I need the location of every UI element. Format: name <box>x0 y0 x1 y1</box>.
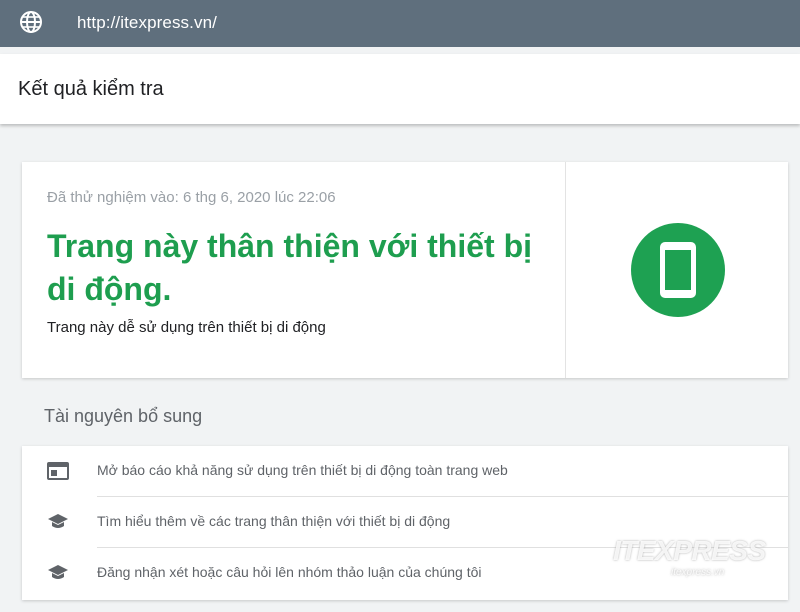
resources-title: Tài nguyên bổ sung <box>44 406 203 426</box>
resource-item-report[interactable]: Mở báo cáo khả năng sử dụng trên thiết b… <box>22 446 788 497</box>
mobile-friendly-badge <box>631 223 725 317</box>
report-window-icon <box>47 462 69 480</box>
url-text[interactable]: http://itexpress.vn/ <box>77 13 217 33</box>
result-subtext: Trang này dễ sử dụng trên thiết bị di độ… <box>47 319 326 336</box>
address-bar: http://itexpress.vn/ <box>0 0 800 47</box>
card-divider <box>565 162 566 378</box>
result-card: Đã thử nghiệm vào: 6 thg 6, 2020 lúc 22:… <box>22 162 788 378</box>
resource-item-label: Mở báo cáo khả năng sử dụng trên thiết b… <box>97 462 508 478</box>
resource-item-label: Tìm hiểu thêm về các trang thân thiện vớ… <box>97 513 451 529</box>
page-title: Kết quả kiểm tra <box>18 78 164 100</box>
mobile-phone-icon <box>660 242 696 298</box>
itexpress-watermark-logo: ITEXPRESS itexpress.vn <box>607 521 777 591</box>
tested-timestamp: Đã thử nghiệm vào: 6 thg 6, 2020 lúc 22:… <box>47 189 336 206</box>
graduation-cap-icon <box>48 514 68 528</box>
watermark-domain: itexpress.vn <box>671 567 725 578</box>
result-headline: Trang này thân thiện với thiết bị di độn… <box>47 228 533 307</box>
resource-item-label: Đăng nhận xét hoặc câu hỏi lên nhóm thảo… <box>97 564 482 580</box>
globe-icon <box>20 11 42 33</box>
watermark-brand: ITEXPRESS <box>613 535 766 566</box>
graduation-cap-icon <box>48 565 68 579</box>
results-header: Kết quả kiểm tra <box>0 54 800 124</box>
